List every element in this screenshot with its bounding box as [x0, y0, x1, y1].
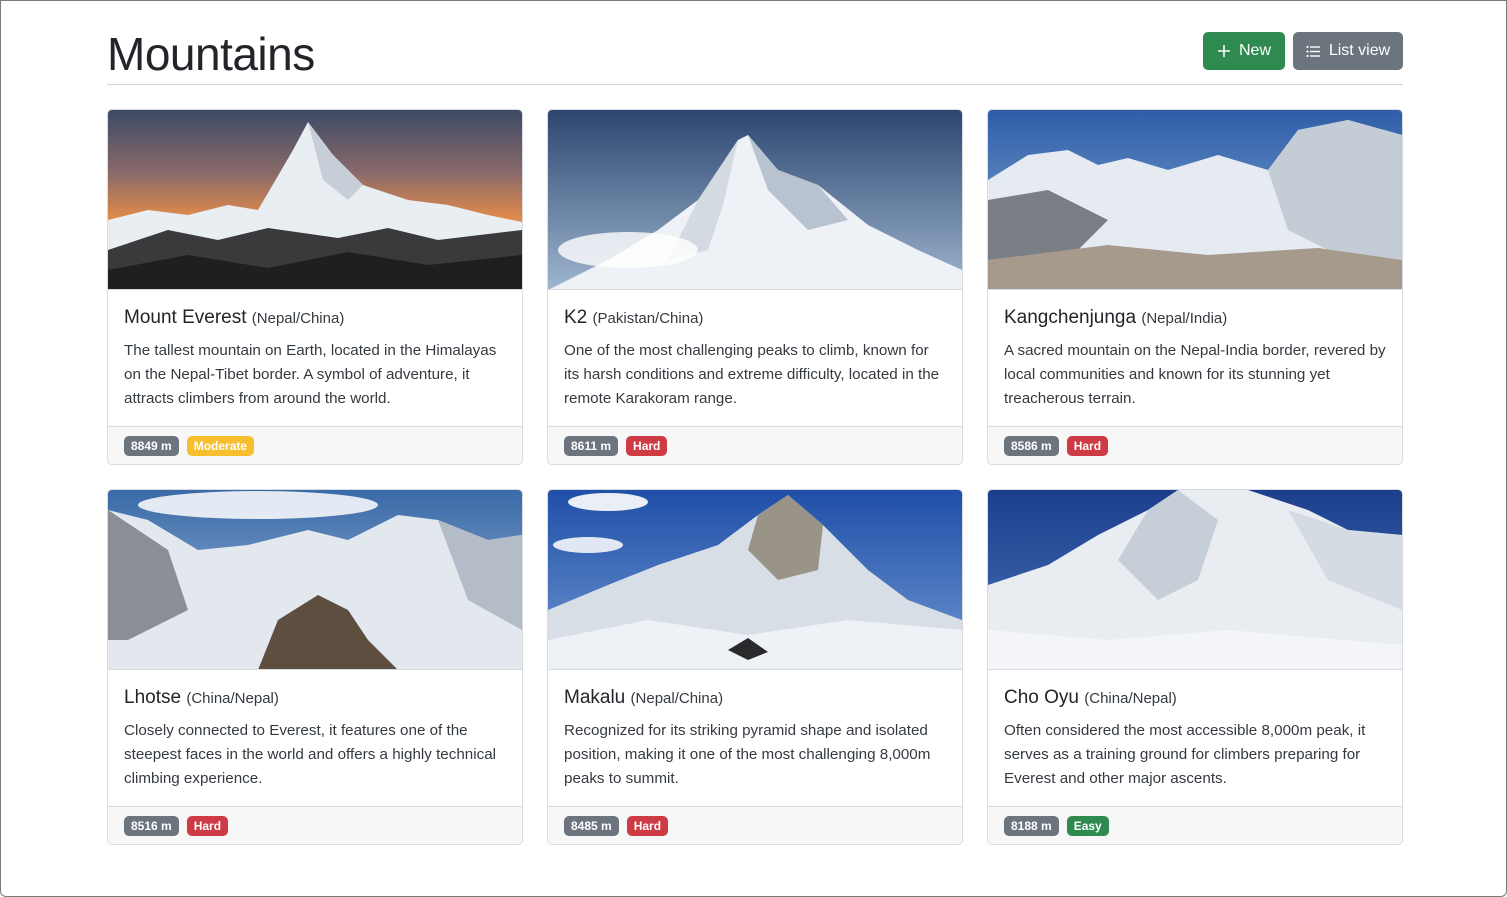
difficulty-badge: Easy [1066, 815, 1109, 836]
height-badge: 8611 m [564, 435, 619, 456]
plus-icon [1217, 44, 1231, 58]
mountain-description: A sacred mountain on the Nepal-India bor… [1004, 342, 1386, 407]
card-footer: 8188 m Easy [988, 806, 1402, 844]
height-badge: 8516 m [124, 815, 179, 836]
mountain-card[interactable]: K2 (Pakistan/China) One of the most chal… [547, 109, 963, 465]
mountain-country: (Nepal/China) [251, 310, 345, 327]
card-footer: 8611 m Hard [548, 426, 962, 464]
difficulty-badge: Hard [1066, 435, 1109, 456]
mountain-card[interactable]: Makalu (Nepal/China) Recognized for its … [547, 489, 963, 845]
mountain-title: Makalu (Nepal/China) [564, 686, 948, 711]
app-window: Mountains New List view Mount Everest (N… [0, 0, 1507, 897]
mountain-title: Cho Oyu (China/Nepal) [1004, 686, 1388, 711]
mountain-name: Makalu [564, 687, 626, 708]
card-footer: 8485 m Hard [548, 806, 962, 844]
mountain-description: The tallest mountain on Earth, located i… [124, 342, 497, 407]
mountain-title: Mount Everest (Nepal/China) [124, 306, 508, 331]
mountain-card[interactable]: Cho Oyu (China/Nepal) Often considered t… [987, 489, 1403, 845]
mountain-country: (China/Nepal) [186, 690, 279, 707]
card-footer: 8516 m Hard [108, 806, 522, 844]
mountain-name: Kangchenjunga [1004, 307, 1137, 328]
mountain-country: (Pakistan/China) [592, 310, 704, 327]
height-badge: 8586 m [1004, 435, 1059, 456]
height-badge: 8849 m [124, 435, 179, 456]
difficulty-badge: Hard [186, 815, 229, 836]
new-button-label: New [1238, 42, 1271, 59]
list-icon [1306, 45, 1321, 58]
mountain-card[interactable]: Lhotse (China/Nepal) Closely connected t… [107, 489, 523, 845]
mountain-title: K2 (Pakistan/China) [564, 306, 948, 331]
mountain-photo [108, 110, 522, 290]
mountain-photo [548, 490, 962, 670]
card-footer: 8849 m Moderate [108, 426, 522, 464]
mountain-description: One of the most challenging peaks to cli… [564, 342, 940, 407]
mountain-name: Mount Everest [124, 307, 247, 328]
list-view-button-label: List view [1328, 42, 1391, 59]
mountain-title: Kangchenjunga (Nepal/India) [1004, 306, 1388, 331]
list-view-button[interactable]: List view [1293, 32, 1403, 70]
mountain-name: K2 [564, 307, 588, 328]
difficulty-badge: Moderate [186, 435, 255, 456]
page-header: Mountains New List view [107, 23, 1403, 85]
mountain-photo [548, 110, 962, 290]
mountain-country: (Nepal/India) [1141, 310, 1228, 327]
mountain-description: Closely connected to Everest, it feature… [124, 722, 497, 787]
mountain-country: (Nepal/China) [630, 690, 724, 707]
mountain-name: Cho Oyu [1004, 687, 1079, 708]
mountain-name: Lhotse [124, 687, 182, 708]
mountain-photo [988, 110, 1402, 290]
difficulty-badge: Hard [626, 435, 668, 456]
height-badge: 8485 m [564, 815, 619, 836]
card-footer: 8586 m Hard [988, 426, 1402, 464]
mountain-card[interactable]: Kangchenjunga (Nepal/India) A sacred mou… [987, 109, 1403, 465]
page-title: Mountains [107, 28, 315, 80]
new-button[interactable]: New [1203, 32, 1285, 70]
mountain-photo [988, 490, 1402, 670]
mountain-card[interactable]: Mount Everest (Nepal/China) The tallest … [107, 109, 523, 465]
mountain-country: (China/Nepal) [1084, 690, 1177, 707]
mountain-description: Often considered the most accessible 8,0… [1004, 722, 1366, 787]
mountain-description: Recognized for its striking pyramid shap… [564, 722, 931, 787]
mountain-title: Lhotse (China/Nepal) [124, 686, 508, 711]
height-badge: 8188 m [1004, 815, 1059, 836]
mountain-photo [108, 490, 522, 670]
difficulty-badge: Hard [626, 815, 669, 836]
